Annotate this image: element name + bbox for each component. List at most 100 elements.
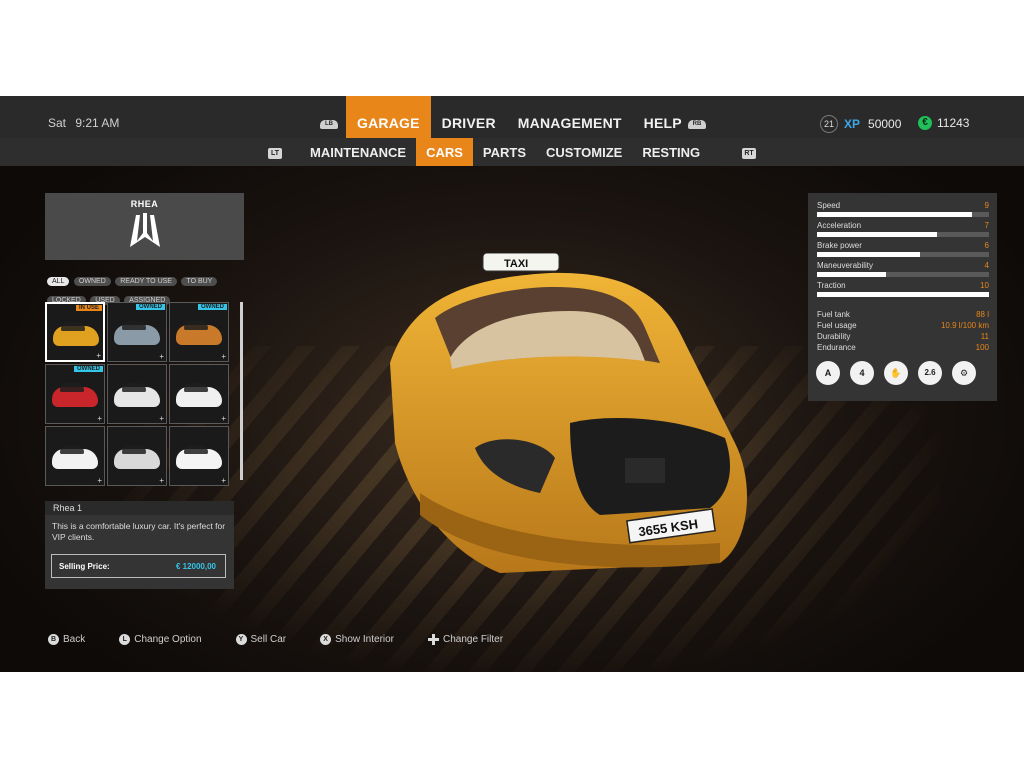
clock-day: Sat: [48, 116, 67, 130]
filter-all[interactable]: ALL: [47, 277, 70, 286]
tab-help[interactable]: HELP: [633, 96, 693, 138]
stat-bar-fill: [817, 272, 886, 277]
brand-header: RHEA: [45, 193, 244, 260]
prompt-label: Show Interior: [335, 634, 395, 645]
stat-label: Brake power: [817, 241, 862, 250]
player-money: € 11243: [918, 116, 969, 130]
plus-icon: +: [96, 351, 101, 360]
stat-acceleration: Acceleration 7: [817, 221, 989, 237]
prompt-label: Change Filter: [443, 634, 504, 645]
stat-speed: Speed 9: [817, 201, 989, 217]
car-grid-item[interactable]: OWNED +: [45, 364, 105, 424]
engine-icon: ⚙: [952, 361, 976, 385]
main-tabs: GARAGE DRIVER MANAGEMENT HELP: [346, 96, 693, 138]
stat-value: 9: [984, 201, 989, 210]
plus-icon: +: [159, 352, 164, 361]
prompt-change-option[interactable]: L Change Option: [119, 634, 202, 645]
in-game-clock: Sat 9:21 AM: [48, 116, 119, 130]
plus-icon: +: [221, 414, 226, 423]
selling-price-value: € 12000,00: [175, 562, 216, 571]
car-thumbnail-window: [184, 445, 208, 454]
car-thumbnail-window: [122, 383, 146, 392]
tab-customize[interactable]: CUSTOMIZE: [536, 138, 632, 166]
car-thumbnail-window: [61, 322, 85, 331]
stat-bar: [817, 252, 989, 257]
player-level-badge: 21: [820, 115, 838, 133]
spec-value: 88 l: [976, 310, 989, 319]
filter-to-buy[interactable]: TO BUY: [181, 277, 218, 286]
prompt-label: Change Option: [134, 634, 202, 645]
car-thumbnail-window: [60, 383, 84, 392]
spec-fuel-tank: Fuel tank 88 l: [817, 310, 989, 319]
b-button-icon: B: [48, 634, 59, 645]
car-grid-item[interactable]: OWNED +: [169, 302, 229, 362]
spec-endurance: Endurance 100: [817, 343, 989, 352]
tab-maintenance[interactable]: MAINTENANCE: [300, 138, 416, 166]
car-grid-item[interactable]: +: [107, 426, 167, 486]
lt-button-icon[interactable]: LT: [268, 148, 282, 159]
tab-cars[interactable]: CARS: [416, 138, 473, 166]
four-seats-icon: 4: [850, 361, 874, 385]
automatic-gearbox-icon: A: [816, 361, 840, 385]
clock-time: 9:21 AM: [75, 116, 120, 130]
spec-value: 11: [980, 332, 989, 341]
car-stats-panel: Speed 9 Acceleration 7 Brake power 6 Man…: [808, 193, 997, 401]
stat-bar-fill: [817, 292, 989, 297]
stat-bar: [817, 232, 989, 237]
car-grid-item[interactable]: IN USE +: [45, 302, 105, 362]
tab-garage[interactable]: GARAGE: [346, 96, 431, 138]
stat-label: Speed: [817, 201, 841, 210]
spec-fuel-usage: Fuel usage 10.9 l/100 km: [817, 321, 989, 330]
tab-driver[interactable]: DRIVER: [431, 96, 507, 138]
rhea-logo-icon: [129, 213, 160, 247]
car-status-tag: OWNED: [74, 366, 103, 372]
prompt-label: Back: [63, 634, 86, 645]
plus-icon: +: [221, 476, 226, 485]
car-grid-item[interactable]: +: [169, 364, 229, 424]
spec-label: Fuel tank: [817, 310, 850, 319]
stat-bar: [817, 212, 989, 217]
brand-name: RHEA: [130, 199, 159, 209]
car-thumbnail-window: [60, 445, 84, 454]
plus-icon: +: [159, 476, 164, 485]
filter-owned[interactable]: OWNED: [73, 277, 111, 286]
lb-button-icon[interactable]: LB: [320, 120, 338, 129]
stat-label: Maneuverability: [817, 261, 874, 270]
car-grid-scrollbar[interactable]: [240, 302, 243, 480]
selling-price-box: Selling Price: € 12000,00: [51, 554, 226, 578]
car-grid-item[interactable]: +: [45, 426, 105, 486]
tab-parts[interactable]: PARTS: [473, 138, 536, 166]
filter-ready-to-use[interactable]: READY TO USE: [115, 277, 177, 286]
prompt-change-filter[interactable]: Change Filter: [428, 634, 503, 645]
spec-durability: Durability 11: [817, 332, 989, 341]
plus-icon: +: [159, 414, 164, 423]
spec-label: Fuel usage: [817, 321, 857, 330]
car-grid-item[interactable]: OWNED +: [107, 302, 167, 362]
car-thumbnail-window: [184, 383, 208, 392]
plus-icon: +: [221, 352, 226, 361]
rb-button-icon[interactable]: RB: [688, 120, 706, 129]
stat-bar: [817, 272, 989, 277]
car-status-tag: OWNED: [136, 304, 165, 310]
car-description: This is a comfortable luxury car. It's p…: [52, 521, 226, 542]
y-button-icon: Y: [235, 634, 247, 645]
spec-value: 10.9 l/100 km: [940, 321, 989, 330]
rt-button-icon[interactable]: RT: [742, 148, 756, 159]
car-thumbnail-window: [184, 321, 208, 330]
prompt-show-interior[interactable]: X Show Interior: [320, 634, 394, 645]
money-value: 11243: [937, 116, 970, 130]
spec-value: 100: [975, 343, 989, 352]
prompt-sell-car[interactable]: Y Sell Car: [235, 634, 286, 645]
top-navigation-bar: Sat 9:21 AM LB GARAGE DRIVER MANAGEMENT …: [0, 96, 1024, 139]
tab-management[interactable]: MANAGEMENT: [507, 96, 633, 138]
euro-coin-icon: €: [918, 116, 932, 130]
prompt-back[interactable]: B Back: [48, 634, 85, 645]
player-xp: 21 XP 50000: [820, 115, 901, 133]
stat-bar: [817, 292, 989, 297]
left-stick-icon: L: [119, 634, 131, 645]
car-grid-item[interactable]: +: [107, 364, 167, 424]
plus-icon: +: [97, 476, 102, 485]
svg-text:TAXI: TAXI: [504, 258, 528, 270]
tab-resting[interactable]: RESTING: [632, 138, 710, 166]
car-grid-item[interactable]: +: [169, 426, 229, 486]
